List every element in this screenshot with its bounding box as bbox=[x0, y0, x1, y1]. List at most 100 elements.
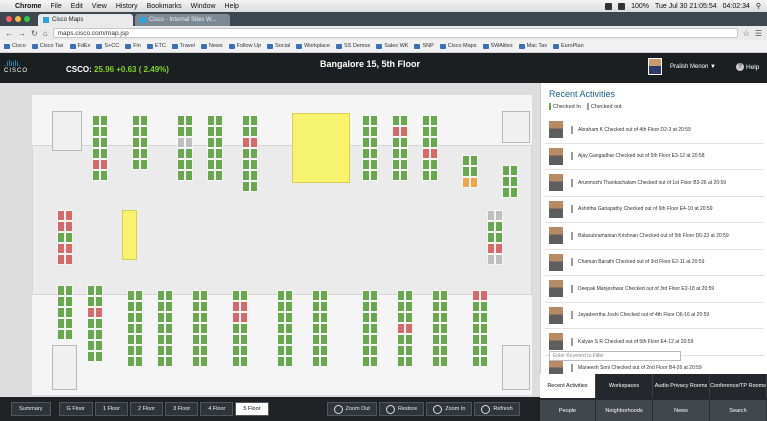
desk[interactable] bbox=[242, 181, 250, 192]
desk[interactable] bbox=[127, 301, 135, 312]
desk[interactable] bbox=[177, 159, 185, 170]
bookmark-item[interactable]: News bbox=[200, 43, 223, 49]
desk[interactable] bbox=[432, 356, 440, 367]
desk[interactable] bbox=[140, 148, 148, 159]
desk[interactable] bbox=[92, 126, 100, 137]
desk[interactable] bbox=[185, 115, 193, 126]
desk[interactable] bbox=[400, 137, 408, 148]
refresh-button[interactable]: Refresh bbox=[474, 402, 520, 416]
desk[interactable] bbox=[185, 137, 193, 148]
desk[interactable] bbox=[370, 290, 378, 301]
desk[interactable] bbox=[57, 210, 65, 221]
desk[interactable] bbox=[430, 115, 438, 126]
tab-workspaces[interactable]: Workspaces bbox=[596, 374, 653, 398]
desk[interactable] bbox=[240, 334, 248, 345]
desk[interactable] bbox=[320, 345, 328, 356]
desk[interactable] bbox=[57, 307, 65, 318]
tab-conference-rooms[interactable]: Conference/TP Rooms bbox=[710, 374, 767, 398]
desk[interactable] bbox=[285, 301, 293, 312]
desk[interactable] bbox=[250, 148, 258, 159]
activity-item[interactable]: Ashritha Ganapathy Checked out of 6th Fl… bbox=[545, 197, 764, 223]
desk[interactable] bbox=[392, 159, 400, 170]
desk[interactable] bbox=[242, 159, 250, 170]
desk[interactable] bbox=[87, 296, 95, 307]
desk[interactable] bbox=[232, 290, 240, 301]
desk[interactable] bbox=[185, 148, 193, 159]
desk[interactable] bbox=[242, 148, 250, 159]
desk[interactable] bbox=[65, 232, 73, 243]
desk[interactable] bbox=[495, 232, 503, 243]
desk[interactable] bbox=[135, 312, 143, 323]
desk[interactable] bbox=[100, 159, 108, 170]
desk[interactable] bbox=[472, 301, 480, 312]
desk[interactable] bbox=[127, 290, 135, 301]
activity-item[interactable]: Chaman Barathi Checked out of 3rd Floor … bbox=[545, 250, 764, 276]
desk[interactable] bbox=[95, 307, 103, 318]
desk[interactable] bbox=[250, 181, 258, 192]
desk[interactable] bbox=[362, 312, 370, 323]
activity-item[interactable]: Balasubramanian Krishnan Checked out of … bbox=[545, 223, 764, 250]
bookmark-item[interactable]: FdEx bbox=[69, 43, 90, 49]
desk[interactable] bbox=[362, 170, 370, 181]
tab-neighborhoods[interactable]: Neighborhoods bbox=[596, 400, 653, 421]
desk[interactable] bbox=[177, 126, 185, 137]
desk[interactable] bbox=[95, 351, 103, 362]
desk[interactable] bbox=[215, 159, 223, 170]
desk[interactable] bbox=[95, 340, 103, 351]
desk[interactable] bbox=[92, 115, 100, 126]
bookmark-item[interactable]: S+CC bbox=[96, 43, 119, 49]
close-window-icon[interactable] bbox=[6, 16, 12, 22]
desk[interactable] bbox=[57, 285, 65, 296]
desk[interactable] bbox=[157, 334, 165, 345]
desk[interactable] bbox=[397, 345, 405, 356]
activity-item[interactable]: Arunmozhi Thankachalam Checked out of 1s… bbox=[545, 170, 764, 197]
desk[interactable] bbox=[240, 356, 248, 367]
desk[interactable] bbox=[135, 356, 143, 367]
desk[interactable] bbox=[207, 115, 215, 126]
desk[interactable] bbox=[487, 210, 495, 221]
desk[interactable] bbox=[100, 126, 108, 137]
desk[interactable] bbox=[405, 356, 413, 367]
desk[interactable] bbox=[440, 345, 448, 356]
desk[interactable] bbox=[232, 312, 240, 323]
desk[interactable] bbox=[57, 254, 65, 265]
bookmark-item[interactable]: Mac Tax bbox=[518, 43, 547, 49]
desk[interactable] bbox=[487, 243, 495, 254]
desk[interactable] bbox=[480, 323, 488, 334]
desk[interactable] bbox=[165, 301, 173, 312]
desk[interactable] bbox=[192, 334, 200, 345]
desk[interactable] bbox=[65, 307, 73, 318]
desk[interactable] bbox=[392, 137, 400, 148]
desk[interactable] bbox=[370, 126, 378, 137]
desk[interactable] bbox=[510, 165, 518, 176]
desk[interactable] bbox=[215, 115, 223, 126]
desk[interactable] bbox=[92, 137, 100, 148]
desk[interactable] bbox=[430, 170, 438, 181]
desk[interactable] bbox=[277, 334, 285, 345]
desk[interactable] bbox=[165, 290, 173, 301]
tab-search[interactable]: Search bbox=[710, 400, 767, 421]
floor-5-button[interactable]: 5 Floor bbox=[235, 402, 269, 416]
desk[interactable] bbox=[65, 243, 73, 254]
desk[interactable] bbox=[392, 170, 400, 181]
desk[interactable] bbox=[405, 290, 413, 301]
desk[interactable] bbox=[320, 334, 328, 345]
desk[interactable] bbox=[215, 170, 223, 181]
desk[interactable] bbox=[370, 323, 378, 334]
desk[interactable] bbox=[472, 312, 480, 323]
desk[interactable] bbox=[132, 159, 140, 170]
minimize-window-icon[interactable] bbox=[15, 16, 21, 22]
desk[interactable] bbox=[200, 312, 208, 323]
desk[interactable] bbox=[200, 290, 208, 301]
desk[interactable] bbox=[362, 301, 370, 312]
tab-recent-activities[interactable]: Recent Activities bbox=[540, 374, 596, 398]
floor-map[interactable] bbox=[0, 83, 540, 397]
desk[interactable] bbox=[480, 312, 488, 323]
zoom-in-button[interactable]: Zoom In bbox=[426, 402, 473, 416]
desk[interactable] bbox=[397, 290, 405, 301]
desk[interactable] bbox=[185, 170, 193, 181]
desk[interactable] bbox=[232, 356, 240, 367]
desk[interactable] bbox=[250, 137, 258, 148]
menu-bookmarks[interactable]: Bookmarks bbox=[147, 3, 182, 10]
desk[interactable] bbox=[207, 148, 215, 159]
